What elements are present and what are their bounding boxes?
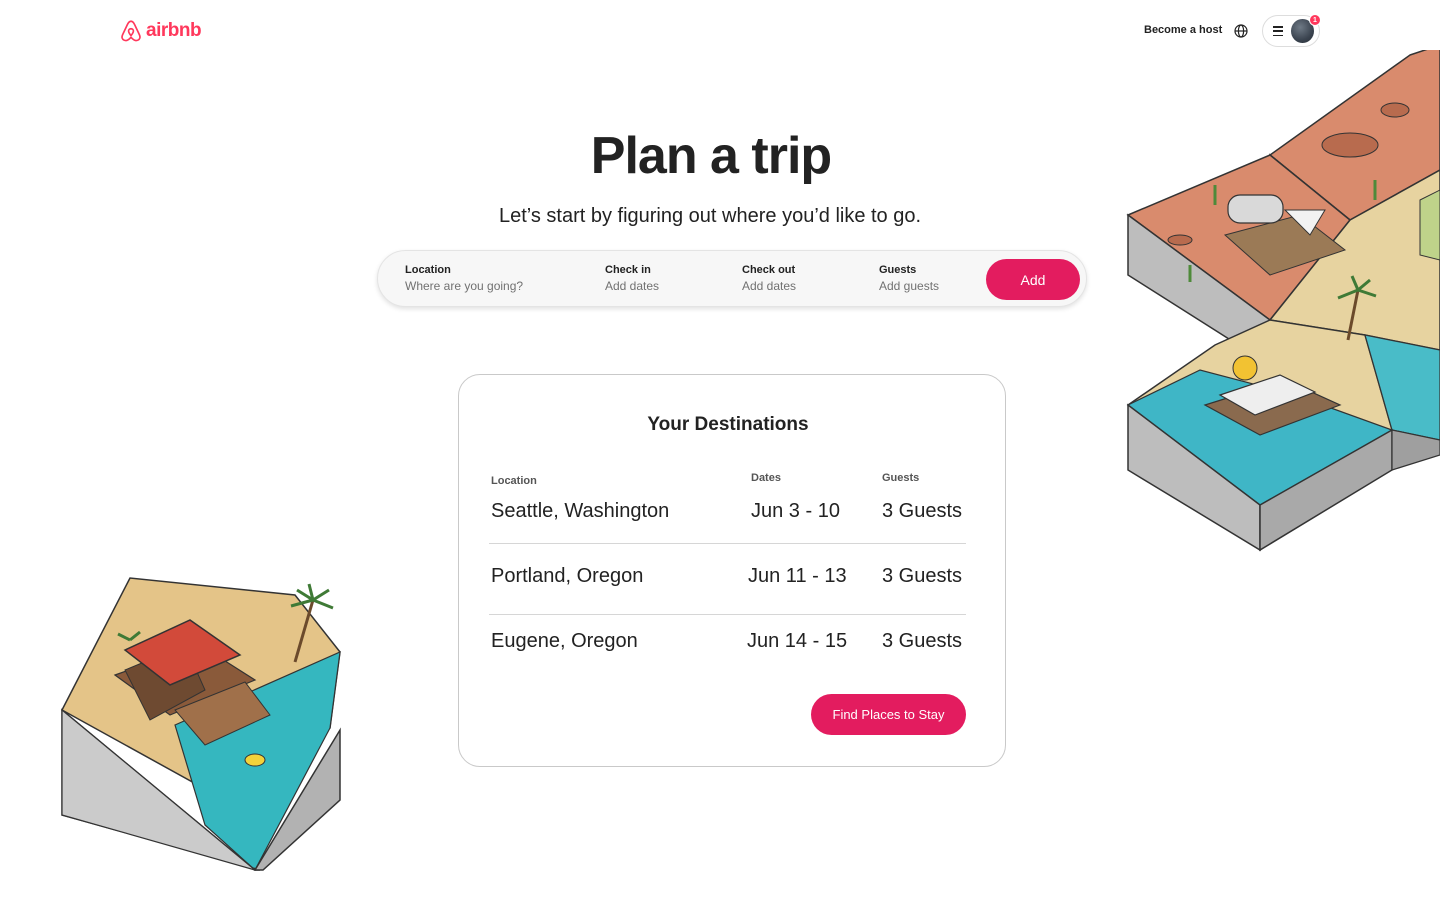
hamburger-icon (1273, 26, 1284, 36)
page-subtitle: Let’s start by figuring out where you’d … (498, 205, 922, 227)
check-out-field[interactable]: Check out Add dates (742, 264, 796, 293)
globe-icon[interactable] (1233, 23, 1249, 39)
notification-badge: 1 (1309, 14, 1321, 26)
row-2-dates: Jun 11 - 13 (748, 565, 847, 587)
column-header-dates: Dates (751, 472, 781, 484)
destinations-title: Your Destinations (647, 414, 809, 435)
row-1-dates: Jun 3 - 10 (751, 500, 840, 522)
column-header-guests: Guests (882, 472, 920, 484)
location-field[interactable]: Location Where are you going? (405, 264, 523, 293)
row-divider (489, 543, 966, 544)
location-field-label: Location (405, 264, 451, 276)
row-1-location: Seattle, Washington (491, 500, 670, 522)
page-title: Plan a trip (590, 127, 832, 185)
destinations-card: Your Destinations Location Dates Guests … (458, 374, 1006, 767)
row-3-dates: Jun 14 - 15 (747, 630, 848, 652)
row-3-guests: 3 Guests (882, 630, 963, 652)
location-field-placeholder: Where are you going? (405, 279, 524, 293)
guests-field-label: Guests (879, 264, 917, 276)
column-header-location: Location (491, 475, 537, 487)
airbnb-logo[interactable]: airbnb (119, 18, 202, 44)
check-in-field[interactable]: Check in Add dates (605, 264, 659, 293)
row-2-location: Portland, Oregon (491, 565, 644, 587)
check-out-field-label: Check out (742, 264, 796, 276)
row-1-guests: 3 Guests (882, 500, 963, 522)
beach-cabin-illustration (60, 577, 341, 871)
guests-field-placeholder: Add guests (879, 279, 940, 293)
check-in-field-placeholder: Add dates (605, 279, 660, 293)
row-divider (489, 614, 966, 615)
become-a-host-link[interactable]: Become a host (1144, 24, 1222, 36)
brand-name: airbnb (146, 20, 202, 41)
find-places-button[interactable]: Find Places to Stay (811, 694, 966, 735)
row-3-location: Eugene, Oregon (491, 630, 638, 652)
trip-search-bar: Location Where are you going? Check in A… (377, 250, 1087, 307)
check-in-field-label: Check in (605, 264, 651, 276)
guests-field[interactable]: Guests Add guests (879, 264, 939, 293)
airbnb-belo-icon (121, 20, 141, 42)
add-destination-button[interactable]: Add (986, 259, 1080, 300)
row-2-guests: 3 Guests (882, 565, 963, 587)
check-out-field-placeholder: Add dates (742, 279, 797, 293)
